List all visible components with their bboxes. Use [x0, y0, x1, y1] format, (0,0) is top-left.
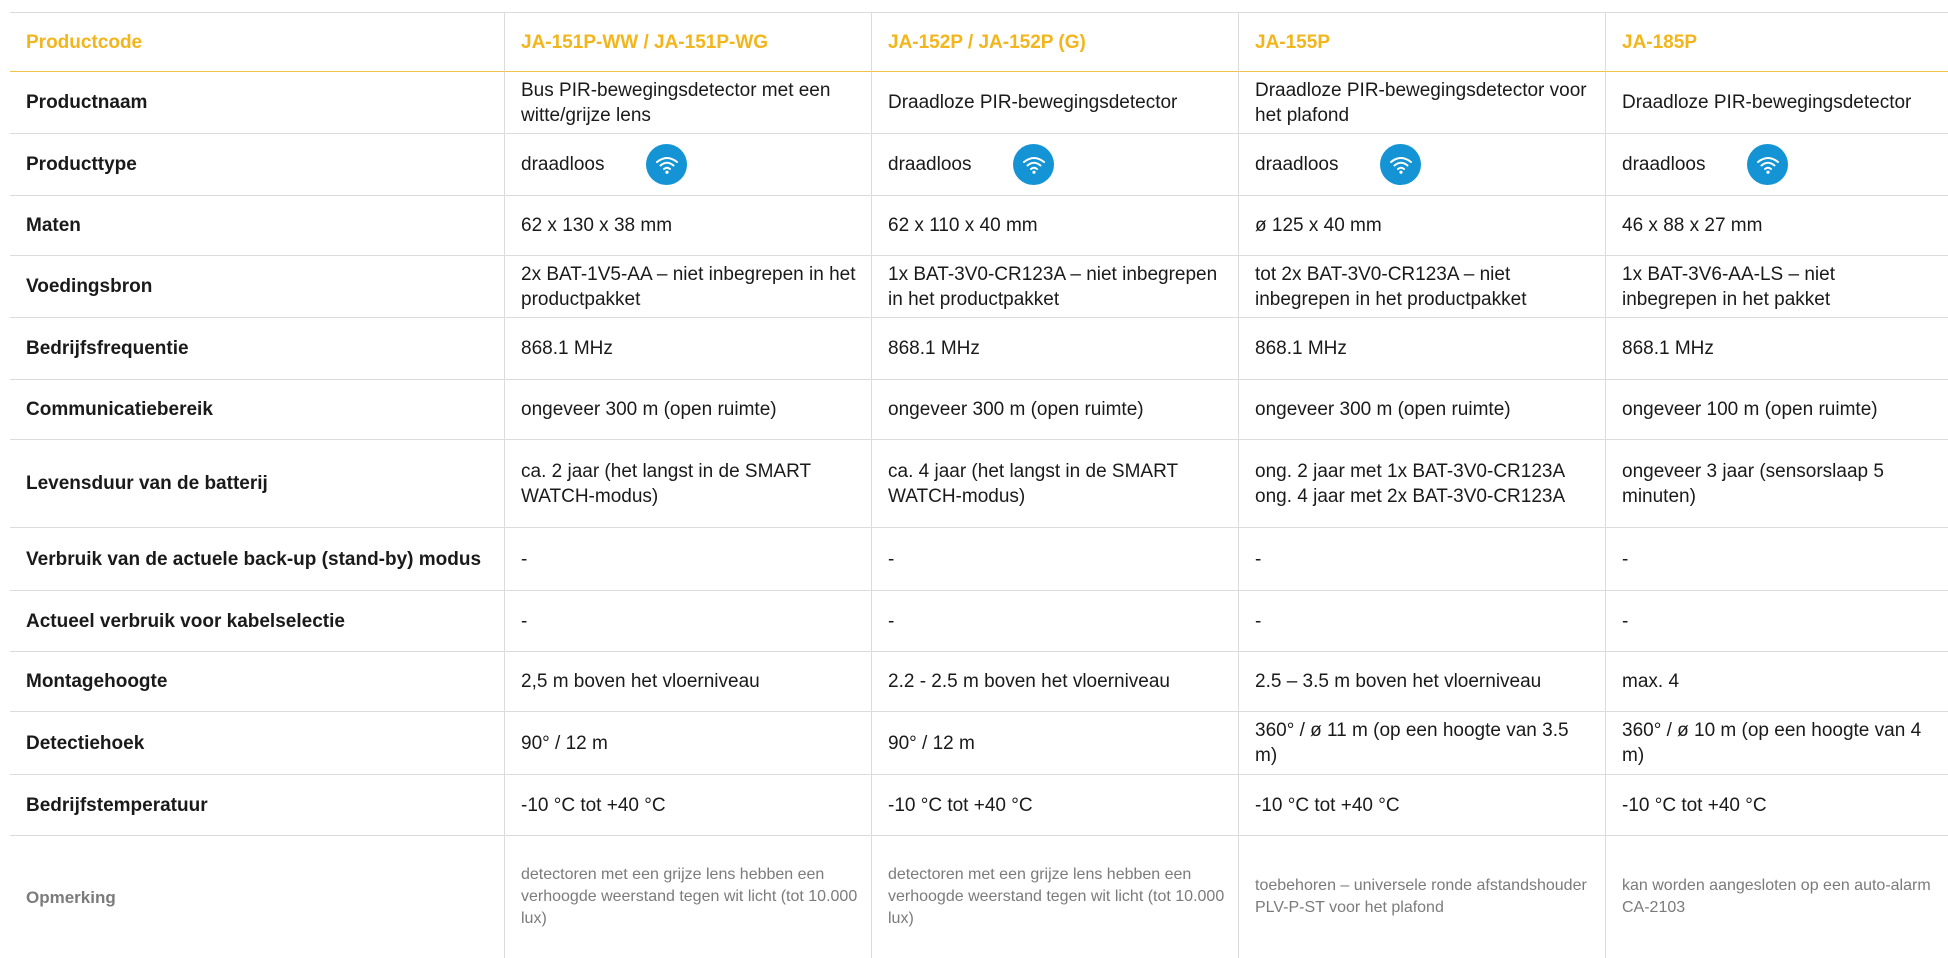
- cell-maten-4: 46 x 88 x 27 mm: [1605, 196, 1948, 256]
- cell-voedingsbron-2: 1x BAT-3V0-CR123A – niet inbegrepen in h…: [871, 256, 1238, 318]
- cell-detectie-1: 90° / 12 m: [504, 712, 871, 775]
- cell-detectie-4: 360° / ø 10 m (op een hoogte van 4 m): [1605, 712, 1948, 775]
- cell-temperatuur-3: -10 °C tot +40 °C: [1238, 775, 1605, 836]
- cell-opmerking-2: detectoren met een grijze lens hebben ee…: [871, 836, 1238, 958]
- row-label-maten: Maten: [10, 196, 504, 256]
- cell-standby-4: -: [1605, 528, 1948, 591]
- cell-productnaam-2: Draadloze PIR-bewegingsdetector: [871, 72, 1238, 134]
- cell-productnaam-4: Draadloze PIR-bewegingsdetector: [1605, 72, 1948, 134]
- cell-productnaam-3: Draadloze PIR-bewegingsdetector voor het…: [1238, 72, 1605, 134]
- cell-opmerking-4: kan worden aangesloten op een auto-alarm…: [1605, 836, 1948, 958]
- cell-levensduur-4: ongeveer 3 jaar (sensorslaap 5 minuten): [1605, 440, 1948, 528]
- product-code-2: JA-152P / JA-152P (G): [871, 13, 1238, 72]
- cell-opmerking-3: toebehoren – universele ronde afstandsho…: [1238, 836, 1605, 958]
- row-label-levensduur: Levensduur van de batterij: [10, 440, 504, 528]
- producttype-text: draadloos: [888, 154, 972, 175]
- row-label-productnaam: Productnaam: [10, 72, 504, 134]
- row-label-montagehoogte: Montagehoogte: [10, 652, 504, 712]
- cell-maten-1: 62 x 130 x 38 mm: [504, 196, 871, 256]
- cell-levensduur-3: ong. 2 jaar met 1x BAT-3V0-CR123A ong. 4…: [1238, 440, 1605, 528]
- cell-voedingsbron-3: tot 2x BAT-3V0-CR123A – niet inbegrepen …: [1238, 256, 1605, 318]
- cell-voedingsbron-1: 2x BAT-1V5-AA – niet inbegrepen in het p…: [504, 256, 871, 318]
- cell-montage-2: 2.2 - 2.5 m boven het vloerniveau: [871, 652, 1238, 712]
- row-label-kabelselectie: Actueel verbruik voor kabelselectie: [10, 591, 504, 652]
- row-label-verbruik-standby: Verbruik van de actuele back-up (stand-b…: [10, 528, 504, 591]
- cell-temperatuur-1: -10 °C tot +40 °C: [504, 775, 871, 836]
- wifi-icon: [1013, 144, 1055, 185]
- cell-temperatuur-2: -10 °C tot +40 °C: [871, 775, 1238, 836]
- cell-levensduur-2: ca. 4 jaar (het langst in de SMART WATCH…: [871, 440, 1238, 528]
- row-label-detectiehoek: Detectiehoek: [10, 712, 504, 775]
- cell-montage-1: 2,5 m boven het vloerniveau: [504, 652, 871, 712]
- cell-kabel-2: -: [871, 591, 1238, 652]
- cell-bereik-4: ongeveer 100 m (open ruimte): [1605, 380, 1948, 440]
- cell-frequentie-4: 868.1 MHz: [1605, 318, 1948, 380]
- cell-montage-3: 2.5 – 3.5 m boven het vloerniveau: [1238, 652, 1605, 712]
- row-label-bedrijfsfrequentie: Bedrijfsfrequentie: [10, 318, 504, 380]
- product-code-3: JA-155P: [1238, 13, 1605, 72]
- wifi-icon: [1380, 144, 1422, 185]
- row-label-voedingsbron: Voedingsbron: [10, 256, 504, 318]
- cell-producttype-4: draadloos: [1605, 134, 1948, 196]
- header-label: Productcode: [10, 13, 504, 72]
- row-label-opmerking: Opmerking: [26, 887, 116, 907]
- cell-montage-4: max. 4: [1605, 652, 1948, 712]
- product-code-1: JA-151P-WW / JA-151P-WG: [504, 13, 871, 72]
- cell-standby-1: -: [504, 528, 871, 591]
- cell-bereik-2: ongeveer 300 m (open ruimte): [871, 380, 1238, 440]
- product-comparison-table: Productcode JA-151P-WW / JA-151P-WG JA-1…: [10, 12, 1948, 958]
- cell-temperatuur-4: -10 °C tot +40 °C: [1605, 775, 1948, 836]
- row-label-communicatiebereik: Communicatiebereik: [10, 380, 504, 440]
- cell-kabel-3: -: [1238, 591, 1605, 652]
- wifi-icon: [1747, 144, 1789, 185]
- row-label-temperatuur: Bedrijfstemperatuur: [10, 775, 504, 836]
- cell-detectie-3: 360° / ø 11 m (op een hoogte van 3.5 m): [1238, 712, 1605, 775]
- cell-productnaam-1: Bus PIR-bewegingsdetector met een witte/…: [504, 72, 871, 134]
- wifi-icon: [646, 144, 688, 185]
- producttype-text: draadloos: [1255, 154, 1339, 175]
- cell-frequentie-1: 868.1 MHz: [504, 318, 871, 380]
- cell-maten-2: 62 x 110 x 40 mm: [871, 196, 1238, 256]
- producttype-text: draadloos: [521, 154, 605, 175]
- cell-standby-3: -: [1238, 528, 1605, 591]
- cell-frequentie-2: 868.1 MHz: [871, 318, 1238, 380]
- producttype-text: draadloos: [1622, 154, 1706, 175]
- cell-frequentie-3: 868.1 MHz: [1238, 318, 1605, 380]
- cell-standby-2: -: [871, 528, 1238, 591]
- cell-producttype-2: draadloos: [871, 134, 1238, 196]
- cell-bereik-3: ongeveer 300 m (open ruimte): [1238, 380, 1605, 440]
- row-label-producttype: Producttype: [10, 134, 504, 196]
- cell-voedingsbron-4: 1x BAT-3V6-AA-LS – niet inbegrepen in he…: [1605, 256, 1948, 318]
- cell-maten-3: ø 125 x 40 mm: [1238, 196, 1605, 256]
- cell-producttype-3: draadloos: [1238, 134, 1605, 196]
- cell-bereik-1: ongeveer 300 m (open ruimte): [504, 380, 871, 440]
- cell-kabel-4: -: [1605, 591, 1948, 652]
- cell-detectie-2: 90° / 12 m: [871, 712, 1238, 775]
- cell-kabel-1: -: [504, 591, 871, 652]
- cell-producttype-1: draadloos: [504, 134, 871, 196]
- cell-levensduur-1: ca. 2 jaar (het langst in de SMART WATCH…: [504, 440, 871, 528]
- product-code-4: JA-185P: [1605, 13, 1948, 72]
- cell-opmerking-1: detectoren met een grijze lens hebben ee…: [504, 836, 871, 958]
